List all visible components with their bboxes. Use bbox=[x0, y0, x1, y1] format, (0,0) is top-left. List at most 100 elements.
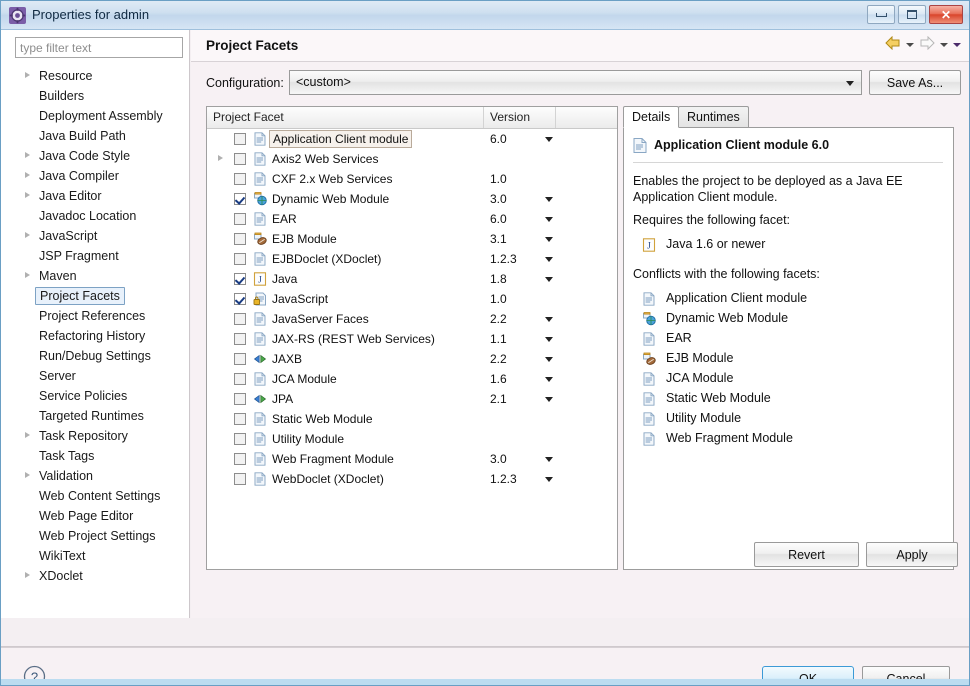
sidebar-item-java-editor[interactable]: Java Editor bbox=[1, 186, 189, 206]
filter-input[interactable]: type filter text bbox=[15, 37, 183, 58]
version-dropdown-icon[interactable] bbox=[545, 197, 553, 202]
sidebar-item-resource[interactable]: Resource bbox=[1, 66, 189, 86]
sidebar-item-web-content-settings[interactable]: Web Content Settings bbox=[1, 486, 189, 506]
revert-button[interactable]: Revert bbox=[754, 542, 859, 567]
chevron-right-icon[interactable] bbox=[25, 432, 30, 438]
sidebar-item-wikitext[interactable]: WikiText bbox=[1, 546, 189, 566]
facet-checkbox[interactable] bbox=[234, 353, 246, 365]
sidebar-item-targeted-runtimes[interactable]: Targeted Runtimes bbox=[1, 406, 189, 426]
facet-checkbox[interactable] bbox=[234, 133, 246, 145]
table-row[interactable]: JPA 2.1 bbox=[207, 389, 617, 409]
apply-button[interactable]: Apply bbox=[866, 542, 958, 567]
chevron-right-icon[interactable] bbox=[25, 572, 30, 578]
sidebar-item-project-references[interactable]: Project References bbox=[1, 306, 189, 326]
table-row[interactable]: CXF 2.x Web Services 1.0 bbox=[207, 169, 617, 189]
version-dropdown-icon[interactable] bbox=[545, 257, 553, 262]
table-row[interactable]: EJBDoclet (XDoclet) 1.2.3 bbox=[207, 249, 617, 269]
facet-checkbox[interactable] bbox=[234, 453, 246, 465]
table-row[interactable]: Static Web Module bbox=[207, 409, 617, 429]
table-row[interactable]: Axis2 Web Services bbox=[207, 149, 617, 169]
save-as-button[interactable]: Save As... bbox=[869, 70, 961, 95]
table-row[interactable]: Application Client module 6.0 bbox=[207, 129, 617, 149]
table-row[interactable]: J Java 1.8 bbox=[207, 269, 617, 289]
version-dropdown-icon[interactable] bbox=[545, 137, 553, 142]
configuration-select[interactable]: <custom> bbox=[289, 70, 862, 95]
facet-checkbox[interactable] bbox=[234, 413, 246, 425]
sidebar-item-javascript[interactable]: JavaScript bbox=[1, 226, 189, 246]
version-dropdown-icon[interactable] bbox=[545, 337, 553, 342]
maximize-button[interactable] bbox=[898, 5, 926, 24]
facet-checkbox[interactable] bbox=[234, 213, 246, 225]
sidebar-item-web-page-editor[interactable]: Web Page Editor bbox=[1, 506, 189, 526]
table-row[interactable]: JAXB 2.2 bbox=[207, 349, 617, 369]
facet-checkbox[interactable] bbox=[234, 253, 246, 265]
table-row[interactable]: JavaScript 1.0 bbox=[207, 289, 617, 309]
chevron-right-icon[interactable] bbox=[25, 72, 30, 78]
sidebar-item-xdoclet[interactable]: XDoclet bbox=[1, 566, 189, 586]
facet-checkbox[interactable] bbox=[234, 173, 246, 185]
table-row[interactable]: JAX-RS (REST Web Services) 1.1 bbox=[207, 329, 617, 349]
chevron-right-icon[interactable] bbox=[25, 472, 30, 478]
version-dropdown-icon[interactable] bbox=[545, 377, 553, 382]
sidebar-item-run-debug-settings[interactable]: Run/Debug Settings bbox=[1, 346, 189, 366]
sidebar-item-server[interactable]: Server bbox=[1, 366, 189, 386]
sidebar-item-java-code-style[interactable]: Java Code Style bbox=[1, 146, 189, 166]
table-row[interactable]: Web Fragment Module 3.0 bbox=[207, 449, 617, 469]
table-row[interactable]: JavaServer Faces 2.2 bbox=[207, 309, 617, 329]
tab-runtimes[interactable]: Runtimes bbox=[678, 106, 749, 128]
table-row[interactable]: Dynamic Web Module 3.0 bbox=[207, 189, 617, 209]
version-dropdown-icon[interactable] bbox=[545, 237, 553, 242]
version-dropdown-icon[interactable] bbox=[545, 317, 553, 322]
sidebar-item-validation[interactable]: Validation bbox=[1, 466, 189, 486]
sidebar-item-refactoring-history[interactable]: Refactoring History bbox=[1, 326, 189, 346]
sidebar-item-jsp-fragment[interactable]: JSP Fragment bbox=[1, 246, 189, 266]
version-dropdown-icon[interactable] bbox=[545, 457, 553, 462]
version-dropdown-icon[interactable] bbox=[545, 277, 553, 282]
table-row[interactable]: EAR 6.0 bbox=[207, 209, 617, 229]
tab-details[interactable]: Details bbox=[623, 106, 680, 128]
facet-checkbox[interactable] bbox=[234, 293, 246, 305]
table-row[interactable]: JCA Module 1.6 bbox=[207, 369, 617, 389]
facet-checkbox[interactable] bbox=[234, 393, 246, 405]
chevron-right-icon[interactable] bbox=[25, 152, 30, 158]
table-row[interactable]: WebDoclet (XDoclet) 1.2.3 bbox=[207, 469, 617, 489]
minimize-button[interactable] bbox=[867, 5, 895, 24]
facet-checkbox[interactable] bbox=[234, 333, 246, 345]
facet-checkbox[interactable] bbox=[234, 153, 246, 165]
chevron-right-icon[interactable] bbox=[218, 155, 223, 161]
view-menu-icon[interactable] bbox=[953, 42, 961, 47]
sidebar-item-task-tags[interactable]: Task Tags bbox=[1, 446, 189, 466]
close-button[interactable]: ✕ bbox=[929, 5, 963, 24]
back-dropdown-icon[interactable] bbox=[906, 42, 914, 47]
facet-checkbox[interactable] bbox=[234, 273, 246, 285]
version-dropdown-icon[interactable] bbox=[545, 477, 553, 482]
chevron-right-icon[interactable] bbox=[25, 192, 30, 198]
chevron-right-icon[interactable] bbox=[25, 272, 30, 278]
sidebar-item-java-build-path[interactable]: Java Build Path bbox=[1, 126, 189, 146]
facet-checkbox[interactable] bbox=[234, 313, 246, 325]
forward-dropdown-icon[interactable] bbox=[940, 42, 948, 47]
version-dropdown-icon[interactable] bbox=[545, 217, 553, 222]
sidebar-item-java-compiler[interactable]: Java Compiler bbox=[1, 166, 189, 186]
facet-checkbox[interactable] bbox=[234, 433, 246, 445]
column-header-facet[interactable]: Project Facet bbox=[213, 110, 284, 124]
sidebar-item-service-policies[interactable]: Service Policies bbox=[1, 386, 189, 406]
chevron-right-icon[interactable] bbox=[25, 232, 30, 238]
version-dropdown-icon[interactable] bbox=[545, 357, 553, 362]
sidebar-item-web-project-settings[interactable]: Web Project Settings bbox=[1, 526, 189, 546]
facet-checkbox[interactable] bbox=[234, 193, 246, 205]
sidebar-item-deployment-assembly[interactable]: Deployment Assembly bbox=[1, 106, 189, 126]
sidebar-item-project-facets[interactable]: Project Facets bbox=[1, 286, 189, 306]
facet-checkbox[interactable] bbox=[234, 233, 246, 245]
table-row[interactable]: Utility Module bbox=[207, 429, 617, 449]
facet-checkbox[interactable] bbox=[234, 473, 246, 485]
back-arrow-icon[interactable] bbox=[885, 35, 901, 53]
sidebar-item-maven[interactable]: Maven bbox=[1, 266, 189, 286]
facet-checkbox[interactable] bbox=[234, 373, 246, 385]
version-dropdown-icon[interactable] bbox=[545, 397, 553, 402]
sidebar-item-builders[interactable]: Builders bbox=[1, 86, 189, 106]
sidebar-item-javadoc-location[interactable]: Javadoc Location bbox=[1, 206, 189, 226]
column-header-version[interactable]: Version bbox=[490, 110, 530, 124]
sidebar-item-task-repository[interactable]: Task Repository bbox=[1, 426, 189, 446]
table-row[interactable]: EJB Module 3.1 bbox=[207, 229, 617, 249]
